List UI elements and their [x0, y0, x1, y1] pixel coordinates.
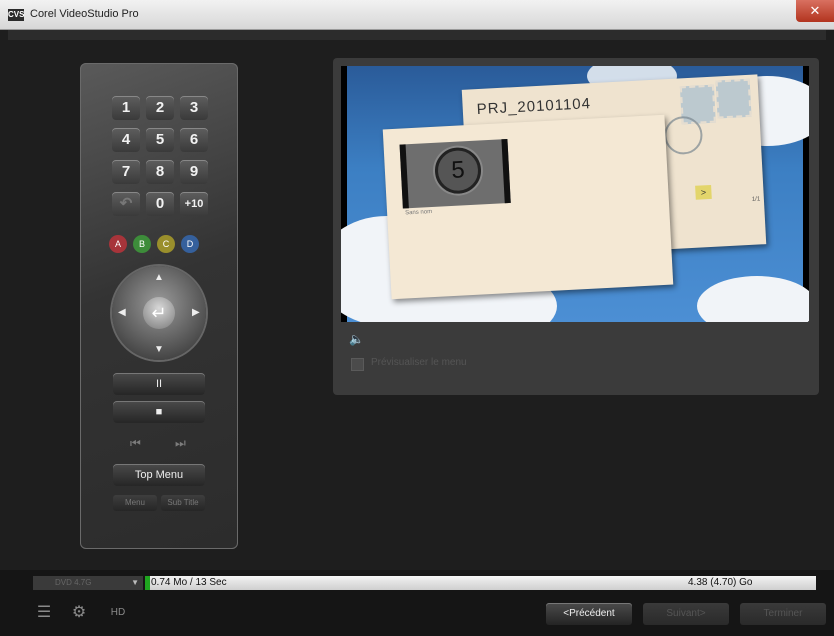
title-bar: CVS Corel VideoStudio Pro ✕ [0, 0, 834, 30]
disc-format-select[interactable]: DVD 4.7G ▼ [33, 576, 143, 590]
disc-space-fill [145, 576, 150, 590]
preview-menu-label: Prévisualiser le menu [371, 357, 467, 368]
countdown-number: 5 [433, 146, 483, 195]
blue-button[interactable]: D [181, 235, 199, 253]
direction-pad: ▲ ▼ ◀ ▶ ↵ [112, 266, 206, 360]
cloud [697, 276, 809, 322]
chevron-down-icon: ▼ [131, 578, 139, 587]
return-key[interactable]: ↶ [112, 192, 140, 216]
key-4[interactable]: 4 [112, 128, 140, 152]
remote-control: 1 2 3 4 5 6 7 8 9 ↶ 0 +10 A B C D ▲ ▼ ◀ … [80, 63, 238, 549]
preview-menu-checkbox[interactable] [351, 358, 364, 371]
key-0[interactable]: 0 [146, 192, 174, 216]
close-button[interactable]: ✕ [796, 0, 834, 22]
finish-button[interactable]: Terminer [740, 603, 826, 625]
subtitle-button[interactable]: Sub Title [161, 495, 205, 511]
disc-format-value: DVD 4.7G [55, 578, 92, 587]
previous-chapter-icon[interactable]: ⏮ [130, 436, 141, 451]
space-used-label: 0.74 Mo / 13 Sec [151, 577, 227, 588]
hd-icon[interactable]: HD [105, 602, 131, 624]
page-indicator: 1/1 [751, 196, 761, 203]
key-8[interactable]: 8 [146, 160, 174, 184]
list-icon[interactable]: ☰ [31, 602, 57, 624]
key-1[interactable]: 1 [112, 96, 140, 120]
key-2[interactable]: 2 [146, 96, 174, 120]
disc-space-bar: 0.74 Mo / 13 Sec 4.38 (4.70) Go [145, 576, 816, 590]
key-7[interactable]: 7 [112, 160, 140, 184]
right-arrow-icon[interactable]: ▶ [192, 307, 200, 318]
menu-preview[interactable]: PRJ_20101104 > 1/1 5 Sans nom [341, 66, 809, 322]
next-chapter-icon[interactable]: ⏭ [175, 436, 186, 451]
window-title: Corel VideoStudio Pro [30, 8, 139, 20]
header-band [8, 30, 826, 40]
clip-name: Sans nom [405, 209, 433, 217]
app-icon: CVS [8, 9, 25, 21]
key-plus-10[interactable]: +10 [180, 192, 208, 216]
key-9[interactable]: 9 [180, 160, 208, 184]
enter-button[interactable]: ↵ [143, 297, 175, 329]
bottom-bar: DVD 4.7G ▼ 0.74 Mo / 13 Sec 4.38 (4.70) … [0, 570, 834, 636]
left-arrow-icon[interactable]: ◀ [118, 307, 126, 318]
key-5[interactable]: 5 [146, 128, 174, 152]
up-arrow-icon[interactable]: ▲ [154, 272, 164, 283]
next-button[interactable]: Suivant> [643, 603, 729, 625]
yellow-button[interactable]: C [157, 235, 175, 253]
next-page-icon[interactable]: > [695, 184, 712, 200]
project-title: PRJ_20101104 [476, 95, 592, 119]
key-3[interactable]: 3 [180, 96, 208, 120]
red-button[interactable]: A [109, 235, 127, 253]
pause-button[interactable]: II [113, 373, 205, 395]
stop-button[interactable]: ■ [113, 401, 205, 423]
space-total-label: 4.38 (4.70) Go [688, 577, 753, 588]
top-menu-button[interactable]: Top Menu [113, 464, 205, 486]
speaker-icon[interactable]: 🔈 [349, 332, 364, 346]
green-button[interactable]: B [133, 235, 151, 253]
previous-button[interactable]: <Précédent [546, 603, 632, 625]
settings-icon[interactable]: ⚙ [66, 602, 92, 624]
chapter-thumbnail[interactable]: 5 [399, 138, 511, 209]
stamp [715, 78, 752, 119]
envelope-front: 5 Sans nom [382, 114, 674, 300]
key-6[interactable]: 6 [180, 128, 208, 152]
menu-button[interactable]: Menu [113, 495, 157, 511]
preview-panel: PRJ_20101104 > 1/1 5 Sans nom 🔈 Prévisua… [333, 58, 819, 395]
down-arrow-icon[interactable]: ▼ [154, 344, 164, 355]
